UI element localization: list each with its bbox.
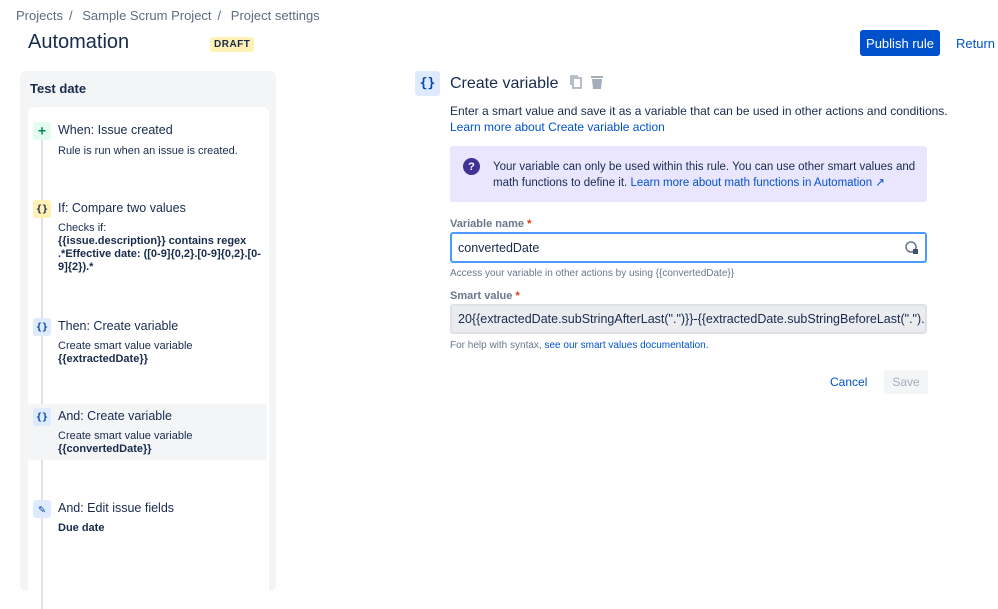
braces-icon: {} <box>33 408 51 426</box>
step-title: And: Edit issue fields <box>58 501 175 515</box>
cancel-button[interactable]: Cancel <box>830 375 867 389</box>
status-badge: DRAFT <box>210 37 255 52</box>
plus-icon: + <box>33 122 51 140</box>
step-desc: Create smart value variable {{convertedDa… <box>58 430 193 455</box>
braces-icon: {} <box>33 200 51 218</box>
step-desc: Rule is run when an issue is created. <box>58 145 238 157</box>
breadcrumb-project[interactable]: Sample Scrum Project <box>82 8 211 23</box>
delete-icon[interactable] <box>590 74 604 90</box>
rule-panel: Test date + When: Issue created Rule is … <box>20 71 276 609</box>
variable-help: Access your variable in other actions by… <box>450 268 735 279</box>
return-link[interactable]: Return t <box>956 36 998 51</box>
page-title: Automation <box>28 31 130 53</box>
publish-rule-button[interactable]: Publish rule <box>860 30 940 56</box>
editor-description: Enter a smart value and save it as a var… <box>450 104 948 118</box>
step-trigger[interactable]: + When: Issue created Rule is run when a… <box>28 121 267 181</box>
pencil-icon: ✎ <box>33 500 51 518</box>
question-icon: ? <box>463 158 480 175</box>
smart-value-input[interactable]: 20{{extractedDate.subStringAfterLast("."… <box>450 304 927 334</box>
step-desc: Due date <box>58 522 105 534</box>
variable-name-input[interactable]: convertedDate <box>450 232 927 263</box>
smart-values-docs-link[interactable]: see our smart values documentation. <box>545 340 709 351</box>
step-title: Then: Create variable <box>58 319 179 333</box>
variable-name-label: Variable name * <box>450 218 532 230</box>
smart-value-help: For help with syntax, see our smart valu… <box>450 340 709 351</box>
info-banner: ? Your variable can only be used within … <box>450 146 927 202</box>
breadcrumb-projects[interactable]: Projects <box>16 8 63 23</box>
breadcrumb: Projects / Sample Scrum Project / Project … <box>16 8 326 23</box>
smart-value-label: Smart value * <box>450 290 520 302</box>
step-edit-fields[interactable]: ✎ And: Edit issue fields Due date <box>28 499 267 549</box>
rule-steps: + When: Issue created Rule is run when a… <box>28 107 269 609</box>
math-functions-link[interactable]: Learn more about math functions in Autom… <box>630 177 884 189</box>
editor-title-text: Create variable <box>450 75 559 92</box>
step-action-extracted[interactable]: {} Then: Create variable Create smart va… <box>28 317 267 377</box>
step-desc: Checks if: {{issue.description}} contains… <box>58 222 261 273</box>
step-condition[interactable]: {} If: Compare two values Checks if: {{is… <box>28 199 267 279</box>
editor-title: Create variable <box>450 74 604 93</box>
braces-icon: {} <box>415 71 440 96</box>
password-manager-icon[interactable] <box>905 240 919 255</box>
copy-icon[interactable] <box>569 74 583 90</box>
info-text: Your variable can only be used within th… <box>493 161 916 189</box>
step-desc: Create smart value variable {{extractedDa… <box>58 340 193 365</box>
breadcrumb-separator: / <box>217 8 222 23</box>
step-action-converted[interactable]: {} And: Create variable Create smart val… <box>28 404 267 460</box>
braces-icon: {} <box>33 318 51 336</box>
step-title: If: Compare two values <box>58 201 186 215</box>
step-title: And: Create variable <box>58 409 172 423</box>
variable-name-value: convertedDate <box>458 240 540 255</box>
breadcrumb-separator: / <box>68 8 73 23</box>
rule-name: Test date <box>30 81 87 96</box>
breadcrumb-settings[interactable]: Project settings <box>231 8 320 23</box>
learn-more-link[interactable]: Learn more about Create variable action <box>450 120 665 134</box>
save-button[interactable]: Save <box>884 370 928 394</box>
step-title: When: Issue created <box>58 123 173 137</box>
